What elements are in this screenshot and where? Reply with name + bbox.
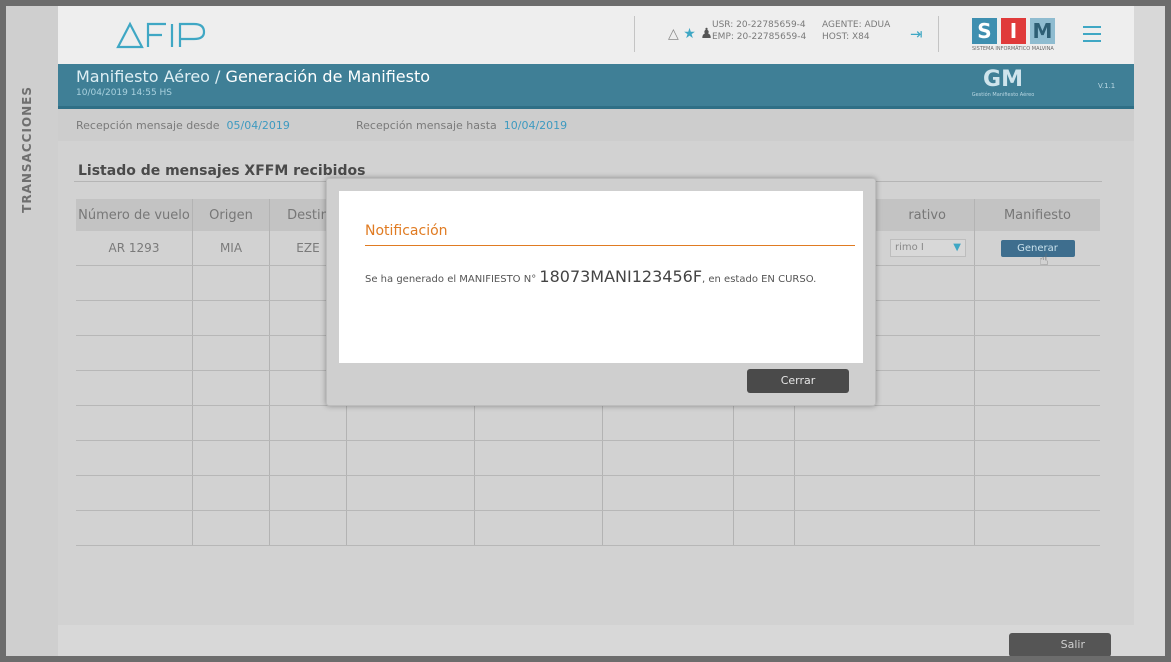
user-icon[interactable]: ♟ bbox=[700, 26, 713, 42]
column-header[interactable]: Manifiesto bbox=[974, 199, 1100, 231]
sim-letter-i: I bbox=[1001, 18, 1026, 44]
table-row bbox=[76, 440, 1100, 476]
operativo-select[interactable]: rimo I ▼ bbox=[890, 239, 966, 257]
agent-info: AGENTE: ADUA HOST: X84 bbox=[822, 19, 890, 43]
manifest-number: 18073MANI123456F bbox=[539, 267, 703, 286]
hand-cursor-icon: ☝ bbox=[1039, 250, 1049, 269]
page-titlebar: Manifiesto Aéreo / Generación de Manifie… bbox=[58, 64, 1134, 109]
usr-text: USR: 20-22785659-4 bbox=[712, 20, 806, 30]
notification-message: Se ha generado el MANIFIESTO N° 18073MAN… bbox=[365, 267, 816, 286]
favorites-icon[interactable]: ★ bbox=[683, 26, 696, 42]
table-row bbox=[76, 405, 1100, 441]
notification-divider bbox=[365, 245, 855, 246]
origen-cell: MIA bbox=[192, 231, 270, 266]
page-timestamp: 10/04/2019 14:55 HS bbox=[76, 88, 173, 98]
notification-title: Notificación bbox=[365, 223, 448, 239]
table-row bbox=[76, 475, 1100, 511]
vuelo-cell: AR 1293 bbox=[76, 231, 193, 266]
afip-logo bbox=[116, 21, 206, 49]
filters-bar: Recepción mensaje desde 05/04/2019 Recep… bbox=[58, 109, 1134, 141]
emp-text: EMP: 20-22785659-4 bbox=[712, 32, 807, 42]
version-label: V.1.1 bbox=[1098, 82, 1116, 90]
top-header: △ ★ ♟ USR: 20-22785659-4 EMP: 20-2278565… bbox=[58, 6, 1134, 64]
salir-button[interactable]: Salir bbox=[1009, 633, 1111, 656]
notification-message-pre: Se ha generado el MANIFIESTO N° bbox=[365, 274, 537, 285]
agent-text: AGENTE: ADUA bbox=[822, 20, 891, 30]
module-name: Gestión Manifiesto Aéreo bbox=[971, 92, 1035, 98]
notification-body: Notificación Se ha generado el MANIFIEST… bbox=[339, 191, 863, 363]
sim-logo: S I M SISTEMA INFORMÁTICO MALVINA bbox=[972, 18, 1058, 52]
page-title-main: Generación de Manifiesto bbox=[225, 67, 431, 86]
table-row bbox=[76, 510, 1100, 546]
user-info: USR: 20-22785659-4 EMP: 20-22785659-4 bbox=[712, 19, 806, 43]
app-window: TRANSACCIONES △ ★ ♟ USR: 20-22785659-4 E… bbox=[6, 6, 1165, 656]
filter-desde-label: Recepción mensaje desde bbox=[76, 119, 220, 132]
sim-letter-m: M bbox=[1030, 18, 1055, 44]
alert-icon[interactable]: △ bbox=[668, 26, 679, 42]
host-text: HOST: X84 bbox=[822, 32, 870, 42]
module-code: GM bbox=[983, 67, 1023, 92]
sim-tagline: SISTEMA INFORMÁTICO MALVINA bbox=[972, 46, 1054, 52]
filter-hasta-value[interactable]: 10/04/2019 bbox=[504, 119, 567, 132]
logout-icon[interactable]: ⇥ bbox=[910, 25, 923, 43]
header-divider bbox=[938, 16, 939, 52]
generar-button[interactable]: Generar bbox=[1000, 239, 1075, 257]
page-title-prefix: Manifiesto Aéreo / bbox=[76, 67, 221, 86]
salir-label: Salir bbox=[1060, 638, 1085, 651]
list-title: Listado de mensajes XFFM recibidos bbox=[78, 163, 366, 179]
chevron-down-icon: ▼ bbox=[953, 242, 961, 253]
page-title: Manifiesto Aéreo / Generación de Manifie… bbox=[76, 67, 430, 86]
filter-hasta: Recepción mensaje hasta 10/04/2019 bbox=[356, 119, 567, 132]
operativo-select-value: rimo I bbox=[895, 242, 924, 253]
transacciones-label: TRANSACCIONES bbox=[20, 86, 34, 213]
filter-desde: Recepción mensaje desde 05/04/2019 bbox=[76, 119, 290, 132]
notification-message-post: , en estado EN CURSO. bbox=[702, 274, 817, 285]
transacciones-tab[interactable]: TRANSACCIONES bbox=[20, 86, 34, 213]
column-header[interactable]: Origen bbox=[192, 199, 270, 231]
left-rail: TRANSACCIONES bbox=[6, 6, 58, 656]
menu-icon[interactable] bbox=[1083, 26, 1101, 47]
sim-letter-s: S bbox=[972, 18, 997, 44]
filter-hasta-label: Recepción mensaje hasta bbox=[356, 119, 497, 132]
cerrar-button[interactable]: Cerrar bbox=[747, 369, 849, 393]
header-divider bbox=[634, 16, 635, 52]
filter-desde-value[interactable]: 05/04/2019 bbox=[227, 119, 290, 132]
header-icons: △ ★ ♟ bbox=[668, 26, 713, 42]
notification-dialog: Notificación Se ha generado el MANIFIEST… bbox=[326, 178, 876, 406]
column-header[interactable]: Número de vuelo bbox=[76, 199, 193, 231]
